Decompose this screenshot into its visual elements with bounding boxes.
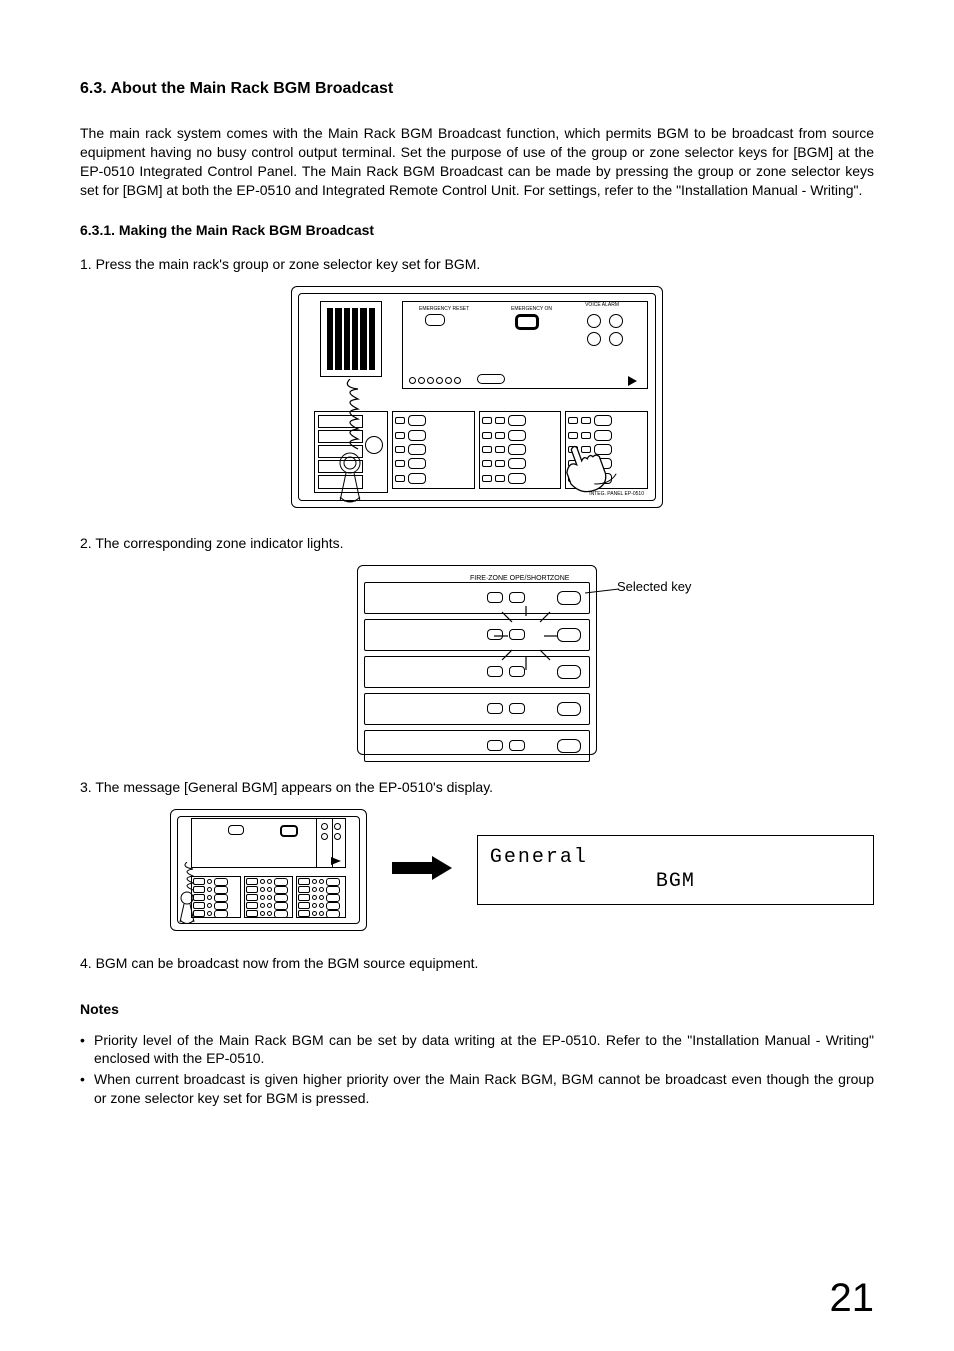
callout-selected-key: Selected key xyxy=(617,579,691,594)
step-1: 1. Press the main rack's group or zone s… xyxy=(80,256,874,272)
column-header-zone: ZONE xyxy=(550,575,569,582)
intro-paragraph: The main rack system comes with the Main… xyxy=(80,124,874,200)
section-heading: 6.3. About the Main Rack BGM Broadcast xyxy=(80,80,874,98)
step-4: 4. BGM can be broadcast now from the BGM… xyxy=(80,955,874,971)
label-emergency-reset: EMERGENCY RESET xyxy=(419,306,469,312)
figure-panel-small xyxy=(170,809,367,931)
page-number: 21 xyxy=(830,1276,875,1321)
arrow-right-icon xyxy=(392,856,452,883)
label-voice-alarm: VOICE ALARM xyxy=(585,302,619,308)
highlight-burst-icon xyxy=(486,606,566,686)
lcd-line-1: General xyxy=(490,846,861,870)
subsection-heading: 6.3.1. Making the Main Rack BGM Broadcas… xyxy=(80,222,874,238)
notes-heading: Notes xyxy=(80,1001,874,1017)
note-item: When current broadcast is given higher p… xyxy=(94,1070,874,1108)
figure-zone-list: FIRE·ZONE OPE/SHORT ZONE xyxy=(357,565,597,755)
column-header-fire-zone: FIRE·ZONE OPE/SHORT xyxy=(470,575,551,582)
lcd-display: General BGM xyxy=(477,835,874,905)
label-emergency-on: EMERGENCY ON xyxy=(511,306,552,312)
figure-control-panel: EMERGENCY RESET EMERGENCY ON VOICE ALARM xyxy=(291,286,663,508)
step-2: 2. The corresponding zone indicator ligh… xyxy=(80,535,874,551)
lcd-line-2: BGM xyxy=(490,870,861,894)
note-item: Priority level of the Main Rack BGM can … xyxy=(94,1031,874,1069)
step-3: 3. The message [General BGM] appears on … xyxy=(80,779,874,795)
